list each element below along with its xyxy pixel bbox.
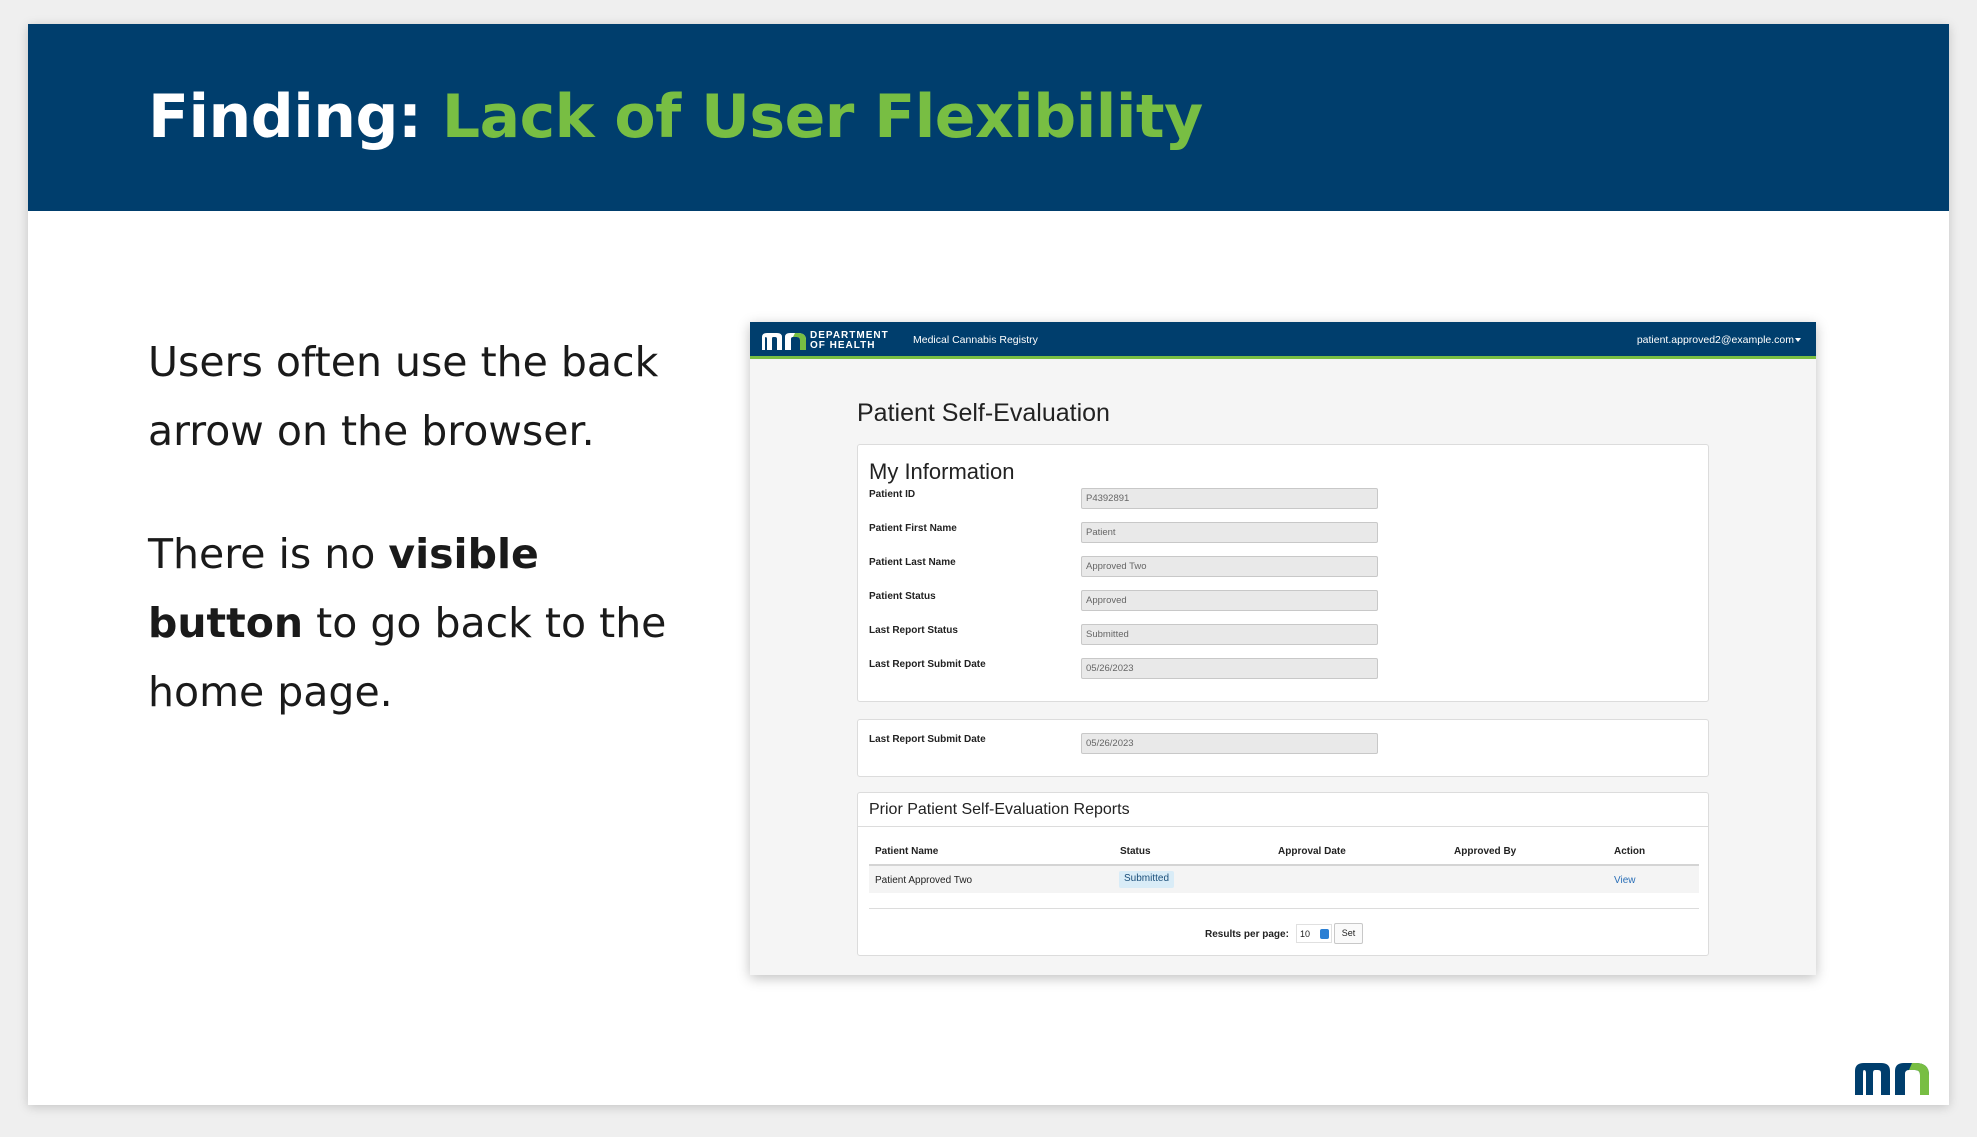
column-header-status[interactable]: Status [1120, 846, 1151, 857]
results-per-page-label: Results per page: [1205, 929, 1289, 940]
view-report-link[interactable]: View [1614, 875, 1636, 886]
prior-reports-heading: Prior Patient Self-Evaluation Reports [869, 801, 1130, 818]
summary-date-field[interactable]: 05/26/2023 [1081, 733, 1378, 754]
field-label-last-report-status: Last Report Status [869, 625, 958, 636]
table-row [869, 866, 1699, 893]
app-screenshot: DEPARTMENT OF HEALTH Medical Cannabis Reg… [750, 322, 1816, 975]
prior-reports-panel: Prior Patient Self-Evaluation Reports Pa… [857, 792, 1709, 956]
field-label-last-name: Patient Last Name [869, 557, 956, 568]
mn-logo-icon [1855, 1063, 1929, 1095]
column-header-patient-name[interactable]: Patient Name [875, 846, 938, 857]
finding-paragraph-2: There is no visible button to go back to… [148, 520, 708, 727]
column-header-approval-date[interactable]: Approval Date [1278, 846, 1346, 857]
my-information-panel: My Information Patient ID P4392891 Patie… [857, 444, 1709, 702]
my-information-heading: My Information [869, 459, 1015, 484]
select-arrow-icon[interactable] [1320, 929, 1329, 939]
field-label-patient-status: Patient Status [869, 591, 936, 602]
summary-panel: Last Report Submit Date 05/26/2023 [857, 719, 1709, 777]
slide-title: Finding: Lack of User Flexibility [148, 82, 1203, 152]
patient-first-name-field[interactable]: Patient [1081, 522, 1378, 543]
page-title: Patient Self-Evaluation [857, 399, 1110, 427]
patient-id-field[interactable]: P4392891 [1081, 488, 1378, 509]
app-navbar: DEPARTMENT OF HEALTH Medical Cannabis Reg… [750, 322, 1816, 359]
field-label-first-name: Patient First Name [869, 523, 957, 534]
last-report-status-field[interactable]: Submitted [1081, 624, 1378, 645]
last-report-date-field[interactable]: 05/26/2023 [1081, 658, 1378, 679]
department-name: DEPARTMENT OF HEALTH [810, 331, 889, 351]
column-header-action[interactable]: Action [1614, 846, 1645, 857]
field-label-last-report-date: Last Report Submit Date [869, 659, 986, 670]
set-button[interactable]: Set [1334, 923, 1363, 944]
status-badge: Submitted [1119, 871, 1175, 888]
field-label-patient-id: Patient ID [869, 489, 916, 500]
results-per-page-value: 10 [1300, 929, 1311, 939]
row-patient-name: Patient Approved Two [875, 875, 973, 886]
results-per-page-select[interactable]: 10 [1296, 924, 1332, 943]
patient-last-name-field[interactable]: Approved Two [1081, 556, 1378, 577]
para2-text-start: There is no [148, 530, 389, 578]
column-header-approved-by[interactable]: Approved By [1454, 846, 1516, 857]
user-menu[interactable]: patient.approved2@example.com [1637, 334, 1794, 346]
title-prefix: Finding: [148, 82, 422, 152]
panel-divider [858, 826, 1708, 827]
caret-down-icon[interactable] [1795, 338, 1801, 342]
app-name[interactable]: Medical Cannabis Registry [913, 334, 1038, 346]
title-banner: Finding: Lack of User Flexibility [28, 24, 1949, 211]
patient-status-field[interactable]: Approved [1081, 590, 1378, 611]
table-footer-divider [869, 908, 1699, 909]
title-accent: Lack of User Flexibility [441, 82, 1203, 152]
slide: Finding: Lack of User Flexibility Users … [28, 24, 1949, 1105]
finding-paragraph-1: Users often use the back arrow on the br… [148, 338, 659, 455]
dept-line-2: OF HEALTH [810, 340, 876, 351]
summary-date-label: Last Report Submit Date [869, 734, 986, 745]
